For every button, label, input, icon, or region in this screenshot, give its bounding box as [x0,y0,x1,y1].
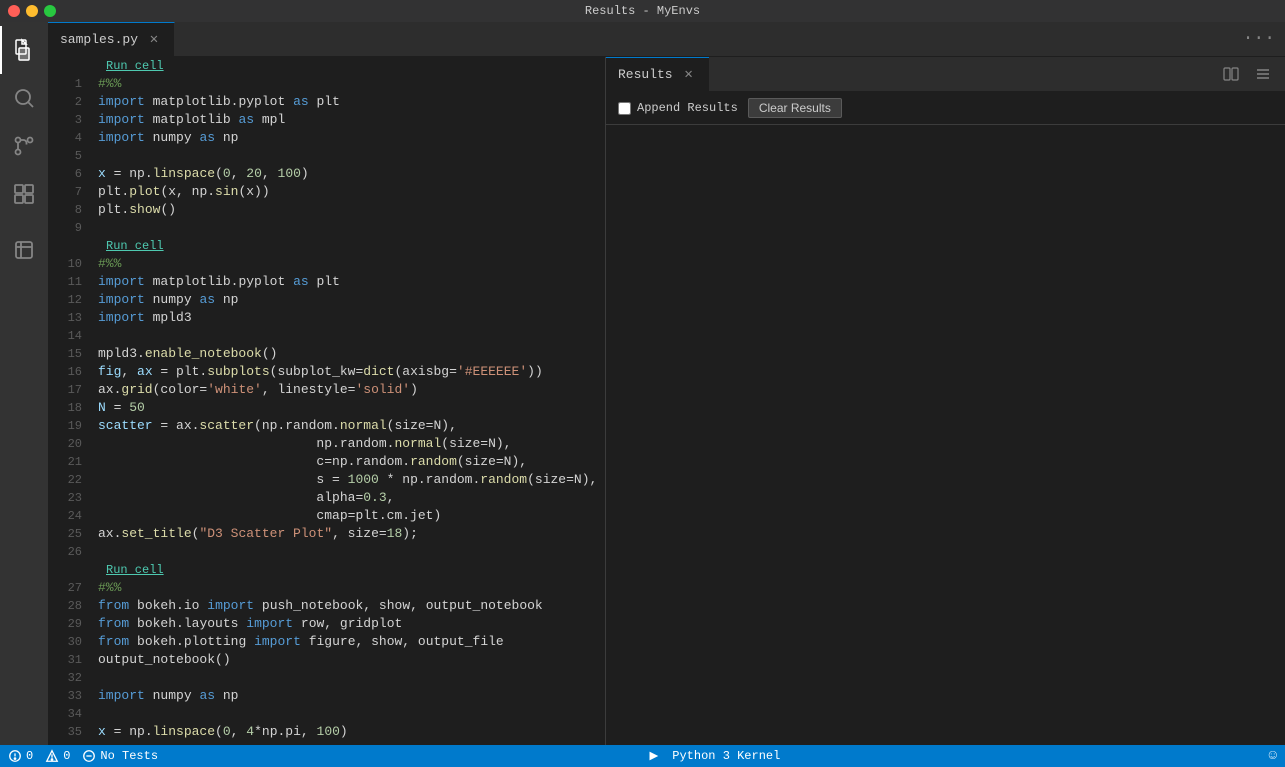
line-14: 14 [48,327,605,345]
line-21: 21 c=np.random.random(size=N), [48,453,605,471]
status-smiley[interactable]: ☺ [1269,748,1277,764]
line-9: 9 [48,219,605,237]
results-tab-label: Results [618,67,673,82]
results-tab[interactable]: Results ✕ [606,57,709,91]
line-23: 23 alpha=0.3, [48,489,605,507]
line-13: 13 import mpld3 [48,309,605,327]
tab-more-button[interactable]: ··· [1233,22,1285,56]
minimize-button[interactable] [26,5,38,17]
line-24: 24 cmap=plt.cm.jet) [48,507,605,525]
results-actions [1217,57,1285,91]
line-3: 3 import matplotlib as mpl [48,111,605,129]
line-18: 18 N = 50 [48,399,605,417]
run-cell-1: Run cell [48,57,605,75]
line-32: 32 [48,669,605,687]
line-29: 29 from bokeh.layouts import row, gridpl… [48,615,605,633]
results-tab-bar: Results ✕ [606,57,1285,92]
line-4: 4 import numpy as np [48,129,605,147]
activity-jupyter[interactable] [0,226,48,274]
tab-close-button[interactable]: ✕ [146,32,162,48]
line-5: 5 [48,147,605,165]
line-35: 35 x = np.linspace(0, 4*np.pi, 100) [48,723,605,741]
status-kernel[interactable]: Python 3 Kernel [646,749,780,763]
editor-tab-samples[interactable]: samples.py ✕ [48,22,175,56]
line-31: 31 output_notebook() [48,651,605,669]
status-bar: 0 0 No Tests Python 3 Kernel ☺ [0,745,1285,767]
editor-area: samples.py ✕ ··· Run cell 1 #%% [48,22,1285,745]
activity-extensions[interactable] [0,170,48,218]
run-cell-2-link[interactable]: Run cell [48,237,605,255]
line-1: 1 #%% [48,75,605,93]
traffic-lights [8,5,56,17]
results-tab-close[interactable]: ✕ [681,67,697,83]
tab-bar: samples.py ✕ ··· [48,22,1285,57]
maximize-button[interactable] [44,5,56,17]
line-26: 26 [48,543,605,561]
split-editor-button[interactable] [1217,64,1245,84]
line-15: 15 mpld3.enable_notebook() [48,345,605,363]
line-17: 17 ax.grid(color='white', linestyle='sol… [48,381,605,399]
code-lines: Run cell 1 #%% 2 import matplotlib.pyplo… [48,57,605,741]
line-22: 22 s = 1000 * np.random.random(size=N), [48,471,605,489]
line-34: 34 [48,705,605,723]
title-bar: Results - MyEnvs [0,0,1285,22]
window-title: Results - MyEnvs [585,4,700,18]
status-warnings[interactable]: 0 [45,749,70,763]
activity-source-control[interactable] [0,122,48,170]
activity-files[interactable] [0,26,48,74]
line-19: 19 scatter = ax.scatter(np.random.normal… [48,417,605,435]
line-30: 30 from bokeh.plotting import figure, sh… [48,633,605,651]
line-6: 6 x = np.linspace(0, 20, 100) [48,165,605,183]
append-results-checkbox[interactable]: Append Results [618,101,738,115]
line-20: 20 np.random.normal(size=N), [48,435,605,453]
line-2: 2 import matplotlib.pyplot as plt [48,93,605,111]
line-27: 27 #%% [48,579,605,597]
line-16: 16 fig, ax = plt.subplots(subplot_kw=dic… [48,363,605,381]
line-25: 25 ax.set_title("D3 Scatter Plot", size=… [48,525,605,543]
tab-filename: samples.py [60,32,138,47]
clear-results-button[interactable]: Clear Results [748,98,842,118]
run-cell-1-link[interactable]: Run cell [48,57,605,75]
line-12: 12 import numpy as np [48,291,605,309]
run-cell-2: Run cell [48,237,605,255]
more-actions-button[interactable] [1249,64,1277,84]
append-results-input[interactable] [618,102,631,115]
line-8: 8 plt.show() [48,201,605,219]
code-editor[interactable]: Run cell 1 #%% 2 import matplotlib.pyplo… [48,57,605,745]
activity-bar [0,22,48,745]
results-content[interactable] [606,125,1285,745]
close-button[interactable] [8,5,20,17]
status-errors[interactable]: 0 [8,749,33,763]
status-no-tests[interactable]: No Tests [82,749,158,763]
line-33: 33 import numpy as np [48,687,605,705]
results-toolbar: Append Results Clear Results [606,92,1285,125]
run-cell-3-link[interactable]: Run cell [48,561,605,579]
activity-search[interactable] [0,74,48,122]
run-cell-3: Run cell [48,561,605,579]
results-panel: Results ✕ [605,57,1285,745]
line-10: 10 #%% [48,255,605,273]
line-7: 7 plt.plot(x, np.sin(x)) [48,183,605,201]
line-28: 28 from bokeh.io import push_notebook, s… [48,597,605,615]
line-11: 11 import matplotlib.pyplot as plt [48,273,605,291]
